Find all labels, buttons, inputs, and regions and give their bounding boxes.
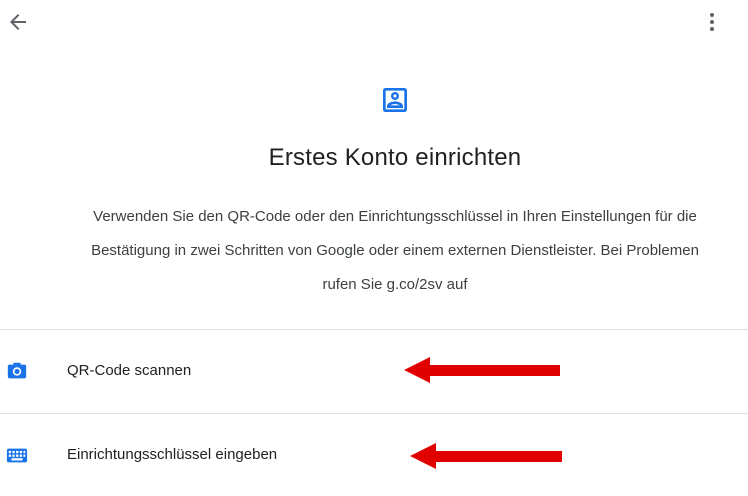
back-button[interactable] (6, 10, 30, 34)
annotation-arrow (410, 443, 562, 469)
description-line: rufen Sie g.co/2sv auf (322, 276, 468, 293)
arrow-back-icon (10, 14, 26, 30)
top-app-bar (0, 0, 748, 44)
scan-qr-code-label: QR-Code scannen (67, 362, 192, 379)
more-vert-icon (710, 13, 714, 31)
page-description: Verwenden Sie den QR-Code oder den Einri… (0, 200, 748, 302)
more-options-button[interactable] (700, 10, 724, 34)
enter-setup-key-option[interactable]: Einrichtungsschlüssel eingeben (0, 414, 748, 496)
page-title: Erstes Konto einrichten (268, 144, 522, 171)
account-box-icon (379, 84, 411, 116)
keyboard-icon (6, 444, 28, 466)
scan-qr-code-option[interactable]: QR-Code scannen (0, 330, 748, 412)
description-line: Bestätigung in zwei Schritten von Google… (91, 242, 699, 259)
description-line: Verwenden Sie den QR-Code oder den Einri… (93, 208, 697, 225)
enter-setup-key-label: Einrichtungsschlüssel eingeben (67, 446, 278, 463)
annotation-arrow (404, 357, 560, 383)
camera-icon (6, 360, 28, 382)
